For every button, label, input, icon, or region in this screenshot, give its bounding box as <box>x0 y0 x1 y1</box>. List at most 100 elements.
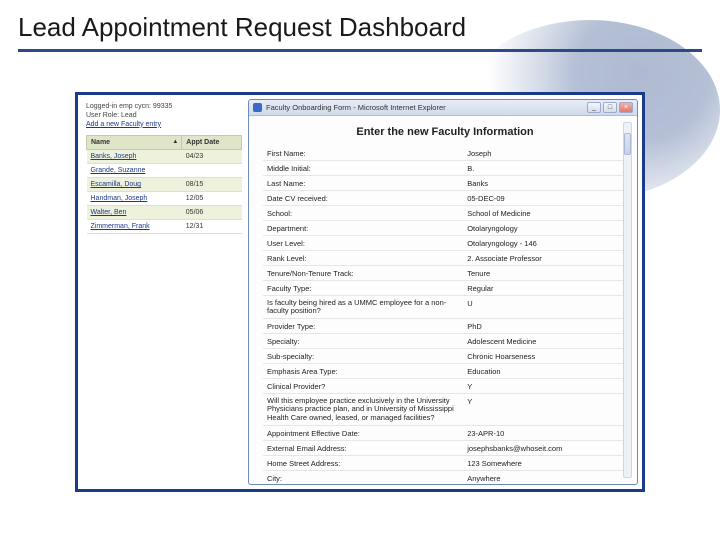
row-appt <box>182 164 242 178</box>
form-row: Sub-specialty:Chronic Hoarseness <box>263 349 627 364</box>
form-value: 2. Associate Professor <box>463 251 627 266</box>
form-value: 23-APR-10 <box>463 426 627 441</box>
form-row: City:Anywhere <box>263 471 627 484</box>
row-appt: 08/15 <box>182 178 242 192</box>
form-value: Y <box>463 394 627 426</box>
form-value: Anywhere <box>463 471 627 484</box>
form-label: Last Name: <box>263 176 463 191</box>
table-row[interactable]: Walter, Ben 05/06 <box>87 206 242 220</box>
form-value: Regular <box>463 281 627 296</box>
col-name[interactable]: Name <box>87 136 182 150</box>
form-row: Middle Initial:B. <box>263 161 627 176</box>
form-row: Clinical Provider?Y <box>263 379 627 394</box>
ie-app-icon <box>253 103 262 112</box>
form-row: First Name:Joseph <box>263 146 627 161</box>
form-label: City: <box>263 471 463 484</box>
form-label: Home Street Address: <box>263 456 463 471</box>
dashboard-panel: Logged-in emp cycn: 99335 User Role: Lea… <box>78 95 248 489</box>
form-row: Last Name:Banks <box>263 176 627 191</box>
table-row[interactable]: Escamilla, Doug 08/15 <box>87 178 242 192</box>
login-role: User Role: Lead <box>86 112 242 121</box>
form-row: Specialty:Adolescent Medicine <box>263 334 627 349</box>
row-appt: 04/23 <box>182 150 242 164</box>
form-label: Is faculty being hired as a UMMC employe… <box>263 296 463 319</box>
form-label: Will this employee practice exclusively … <box>263 394 463 426</box>
form-value: Banks <box>463 176 627 191</box>
form-label: Clinical Provider? <box>263 379 463 394</box>
ie-titlebar: Faculty Onboarding Form - Microsoft Inte… <box>249 100 637 116</box>
faculty-form: First Name:JosephMiddle Initial:B.Last N… <box>263 146 627 484</box>
maximize-button[interactable]: □ <box>603 102 617 113</box>
ie-window: Faculty Onboarding Form - Microsoft Inte… <box>248 99 638 485</box>
form-label: Department: <box>263 221 463 236</box>
row-name[interactable]: Zimmerman, Frank <box>87 220 182 234</box>
table-row[interactable]: Zimmerman, Frank 12/31 <box>87 220 242 234</box>
table-row[interactable]: Grande, Suzanne <box>87 164 242 178</box>
form-heading: Enter the new Faculty Information <box>263 122 627 146</box>
form-row: Date CV received:05-DEC-09 <box>263 191 627 206</box>
form-value: 123 Somewhere <box>463 456 627 471</box>
form-value: Y <box>463 379 627 394</box>
table-row[interactable]: Banks, Joseph 04/23 <box>87 150 242 164</box>
row-appt: 12/31 <box>182 220 242 234</box>
form-value: 05-DEC-09 <box>463 191 627 206</box>
form-value: josephsbanks@whoseit.com <box>463 441 627 456</box>
form-label: Tenure/Non-Tenure Track: <box>263 266 463 281</box>
row-name[interactable]: Handman, Joseph <box>87 192 182 206</box>
form-row: External Email Address:josephsbanks@whos… <box>263 441 627 456</box>
form-value: PhD <box>463 319 627 334</box>
form-label: Emphasis Area Type: <box>263 364 463 379</box>
form-value: Otolaryngology - 146 <box>463 236 627 251</box>
form-label: User Level: <box>263 236 463 251</box>
scrollbar-thumb[interactable] <box>624 133 631 155</box>
login-meta: Logged-in emp cycn: 99335 User Role: Lea… <box>86 103 242 129</box>
form-row: Rank Level:2. Associate Professor <box>263 251 627 266</box>
form-row: Department:Otolaryngology <box>263 221 627 236</box>
appointments-table: Name Appt Date Banks, Joseph 04/23 Grand… <box>86 135 242 234</box>
form-label: School: <box>263 206 463 221</box>
form-value: Otolaryngology <box>463 221 627 236</box>
form-label: Date CV received: <box>263 191 463 206</box>
ie-window-title: Faculty Onboarding Form - Microsoft Inte… <box>266 103 585 112</box>
row-name[interactable]: Escamilla, Doug <box>87 178 182 192</box>
minimize-button[interactable]: _ <box>587 102 601 113</box>
form-value: Chronic Hoarseness <box>463 349 627 364</box>
form-value: Joseph <box>463 146 627 161</box>
form-row: Emphasis Area Type:Education <box>263 364 627 379</box>
form-value: Tenure <box>463 266 627 281</box>
close-button[interactable]: × <box>619 102 633 113</box>
form-value: Adolescent Medicine <box>463 334 627 349</box>
title-underline <box>18 49 702 52</box>
ie-body: Enter the new Faculty Information First … <box>249 116 637 484</box>
add-faculty-link[interactable]: Add a new Faculty entry <box>86 121 161 128</box>
form-label: Rank Level: <box>263 251 463 266</box>
login-emp: Logged-in emp cycn: 99335 <box>86 103 242 112</box>
content-frame: Logged-in emp cycn: 99335 User Role: Lea… <box>75 92 645 492</box>
form-row: Provider Type:PhD <box>263 319 627 334</box>
form-row: Tenure/Non-Tenure Track:Tenure <box>263 266 627 281</box>
row-appt: 05/06 <box>182 206 242 220</box>
col-appt[interactable]: Appt Date <box>182 136 242 150</box>
form-value: Education <box>463 364 627 379</box>
form-value: U <box>463 296 627 319</box>
form-row: User Level:Otolaryngology - 146 <box>263 236 627 251</box>
slide-title: Lead Appointment Request Dashboard <box>0 0 720 49</box>
form-label: First Name: <box>263 146 463 161</box>
row-name[interactable]: Grande, Suzanne <box>87 164 182 178</box>
form-label: Faculty Type: <box>263 281 463 296</box>
row-name[interactable]: Walter, Ben <box>87 206 182 220</box>
form-row: Will this employee practice exclusively … <box>263 394 627 426</box>
form-label: Appointment Effective Date: <box>263 426 463 441</box>
form-row: Appointment Effective Date:23-APR-10 <box>263 426 627 441</box>
form-value: B. <box>463 161 627 176</box>
table-row[interactable]: Handman, Joseph 12/05 <box>87 192 242 206</box>
form-label: Provider Type: <box>263 319 463 334</box>
scrollbar[interactable] <box>623 122 632 478</box>
form-row: School:School of Medicine <box>263 206 627 221</box>
form-row: Faculty Type:Regular <box>263 281 627 296</box>
form-label: Sub-specialty: <box>263 349 463 364</box>
row-appt: 12/05 <box>182 192 242 206</box>
form-label: External Email Address: <box>263 441 463 456</box>
form-row: Home Street Address:123 Somewhere <box>263 456 627 471</box>
row-name[interactable]: Banks, Joseph <box>87 150 182 164</box>
